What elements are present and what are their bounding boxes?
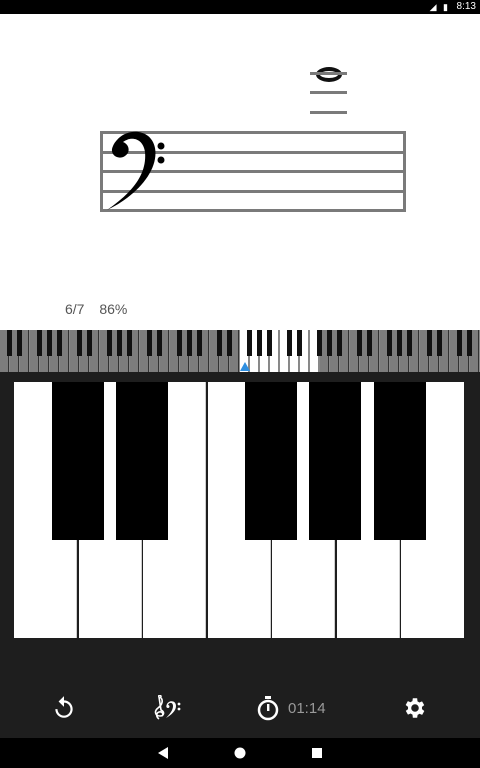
minimap-black-key [367,330,372,356]
stopwatch-icon [257,696,279,721]
minimap-black-key [437,330,442,356]
restart-button[interactable] [48,692,80,724]
navigation-bar [0,738,480,768]
gear-icon [405,698,425,718]
minimap-black-key [357,330,362,356]
timer-label: 01:14 [288,699,326,717]
minimap-black-key [197,330,202,356]
minimap-black-key [247,330,252,356]
minimap-black-key [287,330,292,356]
piano-black-key[interactable] [374,382,426,540]
back-icon[interactable] [157,747,169,759]
piano-black-key[interactable] [245,382,297,540]
progress-percent: 86% [99,301,128,317]
recents-icon[interactable] [311,747,323,759]
minimap-black-key [107,330,112,356]
piano-black-key[interactable] [116,382,168,540]
progress-count: 6/7 [65,301,85,317]
minimap-black-key [147,330,152,356]
minimap-black-key [127,330,132,356]
minimap-black-key [337,330,342,356]
minimap-black-key [7,330,12,356]
bottom-toolbar: 01:14 [0,678,480,738]
signal-battery-icons: ◢ ▮ [429,2,450,12]
ledger-line [310,91,347,94]
minimap-black-key [87,330,92,356]
minimap-black-key [317,330,322,356]
clef-select-icon [154,695,181,720]
minimap-black-key [227,330,232,356]
minimap-black-key [157,330,162,356]
ledger-line [310,72,347,75]
minimap-black-key [217,330,222,356]
minimap-black-key [77,330,82,356]
timer-button[interactable]: 01:14 [256,692,336,724]
minimap-black-key [467,330,472,356]
minimap-black-key [177,330,182,356]
restart-icon [55,696,73,718]
piano-black-key[interactable] [309,382,361,540]
ledger-line [310,111,347,114]
home-icon[interactable] [234,747,246,759]
staff-barline [403,131,406,212]
progress-stats: 6/7 86% [65,301,138,317]
minimap-black-key [457,330,462,356]
minimap-black-key [187,330,192,356]
piano-black-key[interactable] [52,382,104,540]
keyboard-minimap[interactable] [0,330,480,372]
minimap-black-key [267,330,272,356]
minimap-black-key [327,330,332,356]
clef-selector-button[interactable] [150,692,184,724]
minimap-black-key [297,330,302,356]
minimap-black-key [47,330,52,356]
score-area [0,14,480,330]
minimap-black-key [57,330,62,356]
keyboard-area [0,330,480,738]
settings-button[interactable] [400,692,430,724]
status-bar: ◢ ▮ 8:13 [0,0,480,14]
status-time: 8:13 [456,1,476,12]
minimap-black-key [37,330,42,356]
minimap-black-key [17,330,22,356]
minimap-black-key [407,330,412,356]
minimap-black-key [387,330,392,356]
minimap-black-key [397,330,402,356]
bass-clef-icon [107,131,165,210]
minimap-position-indicator [240,362,250,371]
minimap-black-key [257,330,262,356]
minimap-black-key [117,330,122,356]
minimap-black-key [427,330,432,356]
